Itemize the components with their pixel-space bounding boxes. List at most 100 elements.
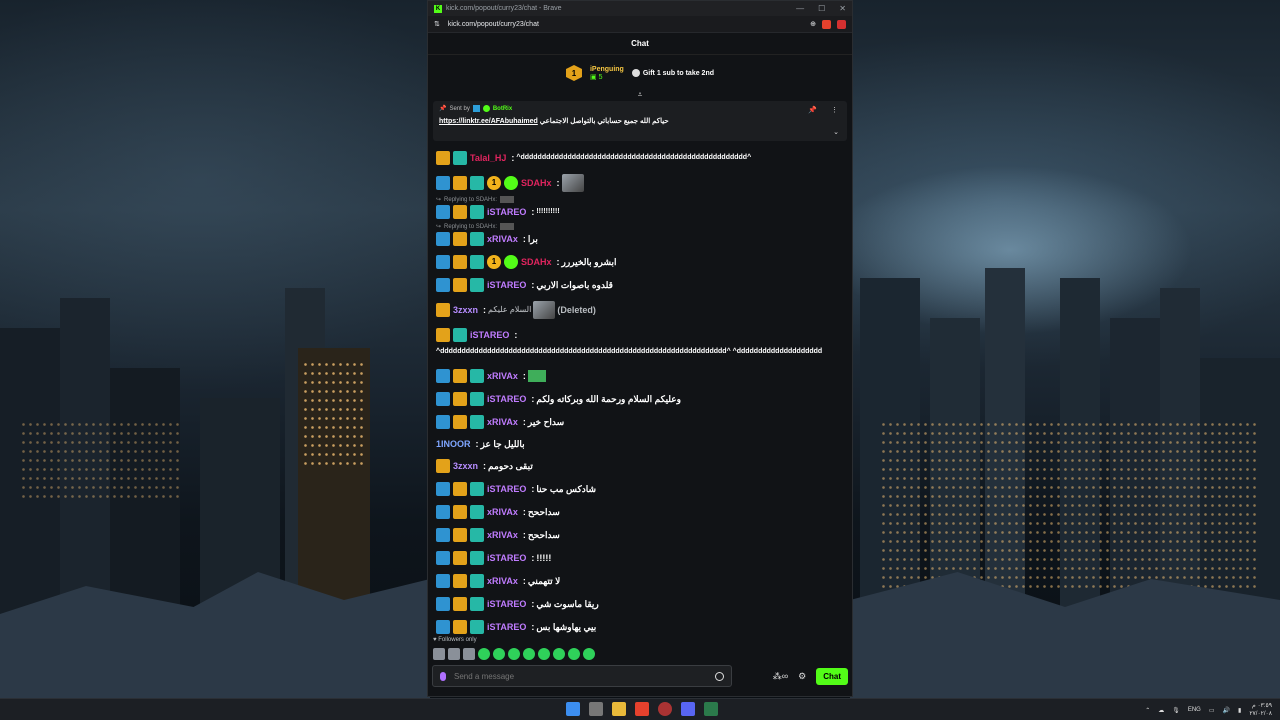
- username[interactable]: Talal_HJ: [470, 152, 506, 164]
- bot-badge-icon: [472, 105, 480, 112]
- gift-sub-button[interactable]: Gift 1 sub to take 2nd: [631, 69, 714, 77]
- username[interactable]: iSTAREO: [487, 279, 526, 291]
- chevron-up-icon[interactable]: ⌃: [1145, 707, 1150, 714]
- crown-badge-icon: [453, 620, 467, 634]
- emote-button[interactable]: [583, 648, 595, 660]
- username[interactable]: xRIVAx: [487, 575, 518, 587]
- username[interactable]: 3zxxn: [453, 460, 478, 472]
- emote-button[interactable]: [523, 648, 535, 660]
- emote-button[interactable]: [448, 648, 460, 660]
- username[interactable]: iSTAREO: [487, 598, 526, 610]
- chat-message: xRIVAx:: [436, 369, 842, 383]
- discord-icon[interactable]: [681, 702, 695, 716]
- url-text[interactable]: kick.com/popout/curry23/chat: [448, 21, 539, 28]
- language-indicator[interactable]: ENG: [1188, 707, 1201, 713]
- leader-name[interactable]: iPenguing: [590, 66, 624, 73]
- crown-badge-icon: [453, 232, 467, 246]
- emote-button[interactable]: [493, 648, 505, 660]
- reply-context[interactable]: ↪ Replying to SDAHx:: [436, 223, 842, 230]
- city-lights: [302, 360, 366, 470]
- zoom-icon[interactable]: ⊕: [810, 20, 816, 28]
- crown-badge-icon: [453, 482, 467, 496]
- emote-button[interactable]: [478, 648, 490, 660]
- crown-badge-icon: [436, 459, 450, 473]
- emote-image: [527, 370, 546, 382]
- reply-context[interactable]: ↪ Replying to SDAHx:: [436, 196, 842, 203]
- og-badge-icon: [470, 597, 484, 611]
- username[interactable]: iSTAREO: [487, 552, 526, 564]
- username[interactable]: iSTAREO: [487, 483, 526, 495]
- cloud-icon[interactable]: ☁: [1158, 707, 1164, 714]
- start-icon[interactable]: [566, 702, 580, 716]
- clock[interactable]: ٠٣:٥٩ م ٢٧/٠٢/٠٨: [1249, 702, 1272, 718]
- minimize-button[interactable]: —: [796, 4, 804, 13]
- collapse-arrow-icon[interactable]: ⩡: [428, 91, 852, 101]
- volume-icon[interactable]: 🔊: [1223, 707, 1230, 714]
- username[interactable]: 1INOOR: [436, 438, 471, 450]
- chat-message: iSTAREO: ^dddddddddddddddddddddddddddddd…: [436, 328, 842, 360]
- battery-icon[interactable]: ▮: [1238, 707, 1241, 714]
- users-icon: ⁂: [772, 671, 782, 681]
- crown-badge-icon: [453, 205, 467, 219]
- sent-by-label: Sent by: [449, 105, 470, 112]
- unpin-icon[interactable]: 📌: [808, 106, 817, 114]
- username[interactable]: xRIVAx: [487, 529, 518, 541]
- emote-button[interactable]: [508, 648, 520, 660]
- username[interactable]: SDAHx: [521, 177, 552, 189]
- microphone-tray-icon[interactable]: 🎙: [1172, 707, 1180, 714]
- task-view-icon[interactable]: [589, 702, 603, 716]
- emote-button[interactable]: [568, 648, 580, 660]
- username[interactable]: xRIVAx: [487, 506, 518, 518]
- chat-input-box[interactable]: [432, 665, 732, 687]
- username[interactable]: xRIVAx: [487, 370, 518, 382]
- emote-button[interactable]: [538, 648, 550, 660]
- emote-button[interactable]: [553, 648, 565, 660]
- address-bar[interactable]: ⇅ kick.com/popout/curry23/chat ⊕: [428, 16, 852, 33]
- maximize-button[interactable]: ☐: [818, 4, 825, 13]
- crown-badge-icon: [453, 392, 467, 406]
- site-settings-icon[interactable]: ⇅: [434, 20, 440, 28]
- og-badge-icon: [453, 151, 467, 165]
- pinned-sender[interactable]: BotRix: [493, 106, 512, 112]
- username[interactable]: iSTAREO: [487, 393, 526, 405]
- username[interactable]: xRIVAx: [487, 416, 518, 428]
- clock-time: ٠٣:٥٩ م: [1252, 703, 1272, 709]
- chrome-icon[interactable]: [658, 702, 672, 716]
- crown-badge-icon: [453, 505, 467, 519]
- username[interactable]: SDAHx: [521, 256, 552, 268]
- username[interactable]: iSTAREO: [470, 329, 509, 341]
- window-controls: — ☐ ✕: [796, 4, 846, 13]
- moderator-badge-icon: [436, 392, 450, 406]
- moderator-badge-icon: [436, 505, 450, 519]
- chevron-down-icon[interactable]: ⌄: [833, 128, 839, 136]
- username[interactable]: xRIVAx: [487, 233, 518, 245]
- leaderboard[interactable]: 1 iPenguing ▣ 5 Gift 1 sub to take 2nd: [428, 55, 852, 91]
- microphone-icon[interactable]: [440, 671, 446, 681]
- chat-message: iSTAREO: شادكس مب حنا: [436, 482, 842, 496]
- emoji-icon[interactable]: [715, 671, 724, 681]
- close-button[interactable]: ✕: [839, 4, 846, 13]
- crown-badge-icon: [453, 528, 467, 542]
- emote-button[interactable]: [463, 648, 475, 660]
- message-text: !!!!!!!!!!: [536, 208, 560, 215]
- network-icon[interactable]: ▭: [1209, 707, 1215, 714]
- moderator-badge-icon: [436, 232, 450, 246]
- brave-browser-icon[interactable]: [635, 702, 649, 716]
- users-infinity-button[interactable]: ⁂∞: [773, 671, 788, 682]
- followers-only-text: Followers only: [438, 637, 477, 643]
- username[interactable]: iSTAREO: [487, 621, 526, 633]
- emote-button[interactable]: [433, 648, 445, 660]
- brave-shields-icon[interactable]: [822, 19, 831, 29]
- send-chat-button[interactable]: Chat: [816, 668, 848, 685]
- pinned-link[interactable]: https://linktr.ee/AFAbuhaimed: [439, 118, 538, 125]
- more-options-icon[interactable]: ⋮: [831, 106, 838, 114]
- username[interactable]: 3zxxn: [453, 304, 478, 316]
- file-explorer-icon[interactable]: [612, 702, 626, 716]
- brave-rewards-icon[interactable]: [837, 19, 846, 29]
- crown-badge-icon: [436, 328, 450, 342]
- excel-icon[interactable]: [704, 702, 718, 716]
- chat-input[interactable]: [454, 671, 707, 681]
- gear-icon[interactable]: ⚙: [798, 671, 806, 682]
- username[interactable]: iSTAREO: [487, 206, 526, 218]
- gift-coin-icon: [631, 69, 640, 77]
